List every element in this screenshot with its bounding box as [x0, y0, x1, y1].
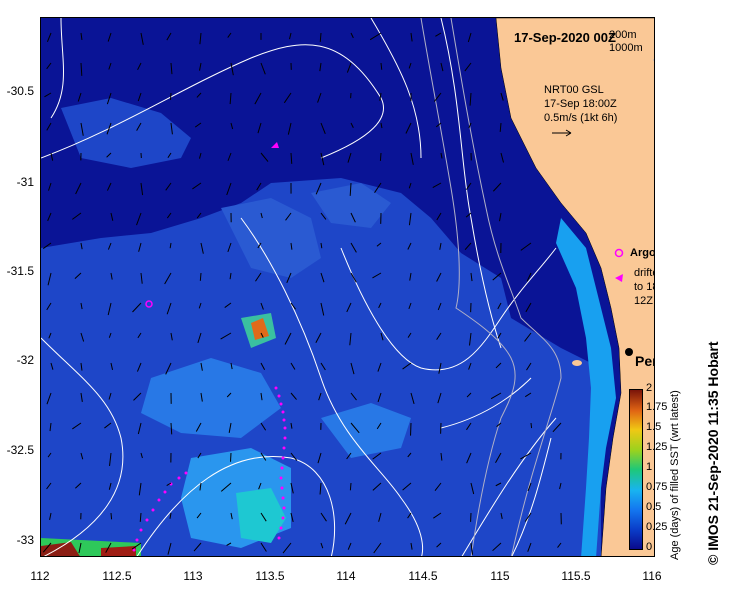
colorbar — [629, 389, 643, 550]
x-tick: 114 — [336, 569, 356, 583]
colorbar-tick: 0 — [646, 541, 653, 553]
argo-legend-label: Argo — [630, 247, 655, 259]
city-label-perth: Perth — [635, 353, 654, 369]
current-vector — [110, 512, 113, 520]
y-tick: -32.5 — [6, 443, 34, 457]
drifter-legend-line2: to 18/09 12Z — [634, 281, 654, 307]
colorbar-tick: 2 — [646, 382, 653, 394]
colorbar-tick: 0.25 — [646, 521, 668, 533]
colorbar-tick: 1.25 — [646, 441, 668, 453]
current-vector — [170, 422, 173, 435]
drifter-legend-label: drifters@6h to 18/09 12Z — [634, 266, 654, 308]
current-vector — [349, 482, 352, 491]
vector-scale-label: 0.5m/s (1kt 6h) — [544, 112, 618, 124]
colorbar-tick: 0.75 — [646, 481, 668, 493]
colorbar-tick: 0.5 — [646, 501, 662, 513]
x-tick: 113 — [183, 569, 203, 583]
current-time: 17-Sep 18:00Z — [544, 98, 617, 110]
y-tick: -30.5 — [6, 84, 34, 98]
colorbar-tick: 1 — [646, 461, 653, 473]
x-tick: 115 — [490, 569, 510, 583]
colorbar-tick: 1.5 — [646, 421, 662, 433]
sst-map: 17-Sep-2020 00Z 200m 1000m NRT00 GSL 17-… — [40, 17, 655, 557]
x-tick: 112.5 — [102, 569, 132, 583]
isobath-1000m-label: 1000m — [609, 42, 643, 54]
isobath-legend: 200m 1000m — [609, 29, 643, 55]
map-date-title: 17-Sep-2020 00Z — [514, 30, 616, 45]
perth-marker — [625, 348, 633, 356]
current-source: NRT00 GSL — [544, 84, 604, 96]
current-info: NRT00 GSL 17-Sep 18:00Z 0.5m/s (1kt 6h) — [544, 83, 617, 125]
colorbar-tick: 1.75 — [646, 401, 668, 413]
y-tick: -31.5 — [6, 264, 34, 278]
colorbar-label: Age (days) of filled SST (wrt latest) — [669, 390, 681, 560]
credit-text: © IMOS 21-Sep-2020 11:35 Hobart — [705, 341, 721, 565]
current-vector — [199, 272, 202, 281]
rottnest-island — [572, 360, 582, 366]
current-vector — [379, 152, 382, 161]
y-tick: -32 — [16, 353, 34, 367]
y-tick: -31 — [16, 175, 34, 189]
y-tick: -33 — [16, 533, 34, 547]
x-tick: 116 — [642, 569, 662, 583]
drifter-legend-line1: drifters@6h — [634, 267, 654, 279]
x-tick: 113.5 — [255, 569, 285, 583]
current-vector — [530, 422, 533, 429]
isobath-200m-label: 200m — [609, 29, 637, 41]
x-tick: 112 — [30, 569, 50, 583]
x-tick: 114.5 — [408, 569, 438, 583]
x-tick: 115.5 — [561, 569, 591, 583]
